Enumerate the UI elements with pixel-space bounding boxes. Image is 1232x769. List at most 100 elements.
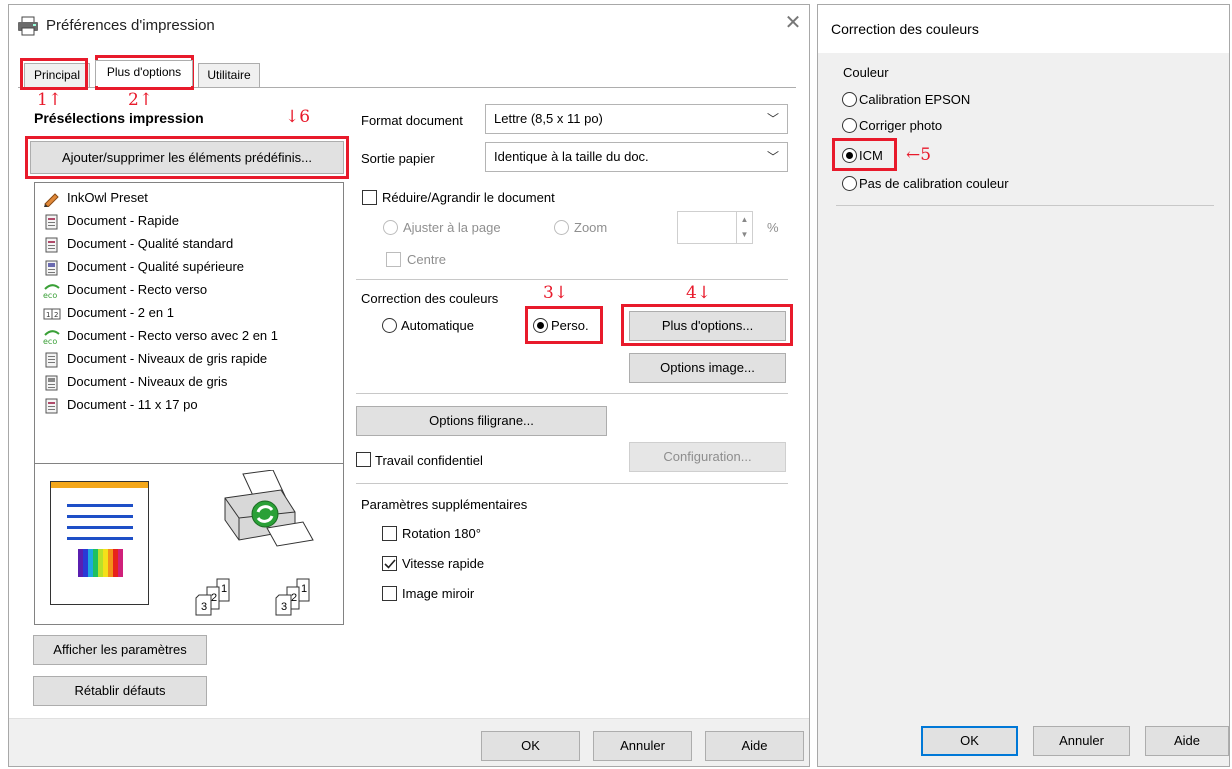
close-icon[interactable]: ✕ — [782, 12, 804, 34]
confidential-job-checkbox[interactable] — [356, 452, 371, 467]
mirror-checkbox[interactable] — [382, 586, 397, 601]
preset-label: Document - Qualité supérieure — [67, 259, 245, 274]
two-in-one-icon: 12 — [43, 306, 61, 322]
configuration-button[interactable]: Configuration... — [629, 442, 786, 472]
stepper-arrows[interactable]: ▲ ▼ — [736, 212, 752, 243]
list-item[interactable]: eco Document - Recto verso avec 2 en 1 — [43, 324, 339, 347]
highlight-more-color-options — [621, 304, 793, 346]
watermark-options-button[interactable]: Options filigrane... — [356, 406, 607, 436]
document-format-select[interactable]: Lettre (8,5 x 11 po) ﹀ — [485, 104, 788, 134]
annotation-3: 3↓ — [543, 283, 569, 303]
svg-text:2: 2 — [54, 311, 58, 319]
center-checkbox[interactable] — [386, 252, 401, 267]
list-item[interactable]: Document - Rapide — [43, 209, 339, 232]
paper-output-value: Identique à la taille du doc. — [494, 149, 649, 164]
page-preview-icon — [50, 481, 149, 605]
document-format-value: Lettre (8,5 x 11 po) — [494, 111, 603, 126]
fit-page-label: Ajuster à la page — [403, 220, 501, 235]
photo-correction-radio[interactable] — [842, 118, 857, 133]
auto-color-radio[interactable] — [382, 318, 397, 333]
pencil-icon — [43, 191, 61, 208]
list-item[interactable]: Document - Niveaux de gris rapide — [43, 347, 339, 370]
document-icon — [43, 237, 61, 253]
highlight-add-remove-presets — [25, 136, 349, 179]
color-dialog-title: Correction des couleurs — [831, 21, 979, 37]
color-cancel-button[interactable]: Annuler — [1033, 726, 1130, 756]
fast-speed-checkbox[interactable] — [382, 556, 397, 571]
preset-label: InkOwl Preset — [67, 190, 148, 205]
svg-text:eco: eco — [43, 291, 57, 299]
dialog-title: Préférences d'impression — [46, 17, 215, 34]
list-item[interactable]: Document - Qualité supérieure — [43, 255, 339, 278]
printer-preview-icon — [215, 469, 315, 548]
center-label: Centre — [407, 252, 447, 267]
svg-text:1: 1 — [46, 311, 50, 319]
annotation-1: 1↑ — [37, 90, 63, 110]
cancel-button[interactable]: Annuler — [593, 731, 692, 761]
document-icon — [43, 352, 61, 368]
preset-label: Document - Niveaux de gris rapide — [67, 351, 268, 366]
preset-label: Document - Qualité standard — [67, 236, 234, 251]
fast-speed-label: Vitesse rapide — [402, 556, 485, 571]
eco-icon: eco — [43, 329, 61, 346]
checkmark-icon — [384, 559, 396, 569]
highlight-custom-color — [525, 306, 603, 344]
ok-button[interactable]: OK — [481, 731, 580, 761]
eco-icon: eco — [43, 283, 61, 300]
reduce-enlarge-label: Réduire/Agrandir le document — [382, 190, 555, 205]
epson-calibration-radio[interactable] — [842, 92, 857, 107]
color-help-button[interactable]: Aide — [1145, 726, 1229, 756]
color-correction-label: Correction des couleurs — [361, 291, 499, 306]
zoom-label: Zoom — [574, 220, 608, 235]
list-item[interactable]: 1 2 Document - 2 en 1 — [43, 301, 339, 324]
zoom-unit: % — [767, 220, 779, 235]
sheet-number: 1 — [221, 583, 228, 595]
list-item[interactable]: Document - 11 x 17 po — [43, 393, 339, 416]
document-icon — [43, 398, 61, 414]
fit-page-radio[interactable] — [383, 220, 398, 235]
reduce-enlarge-checkbox[interactable] — [362, 190, 377, 205]
sheet-number: 2 — [291, 592, 298, 604]
document-icon — [43, 214, 61, 230]
no-calibration-label: Pas de calibration couleur — [859, 176, 1009, 191]
zoom-stepper[interactable]: ▲ ▼ — [677, 211, 753, 244]
chevron-down-icon: ﹀ — [766, 112, 779, 126]
rotation-label: Rotation 180° — [402, 526, 481, 541]
show-settings-button[interactable]: Afficher les paramètres — [33, 635, 207, 665]
annotation-5: ←5 — [906, 145, 932, 165]
document-format-label: Format document — [361, 113, 463, 128]
svg-text:eco: eco — [43, 337, 57, 345]
divider — [356, 483, 788, 484]
document-icon — [43, 375, 61, 391]
extra-params-heading: Paramètres supplémentaires — [361, 497, 528, 512]
photo-correction-label: Corriger photo — [859, 118, 943, 133]
document-icon — [43, 260, 61, 276]
sheet-number: 1 — [301, 583, 308, 595]
preset-label: Document - Recto verso — [67, 282, 208, 297]
annotation-6: ↓6 — [285, 107, 311, 127]
reset-defaults-button[interactable]: Rétablir défauts — [33, 676, 207, 706]
image-options-button[interactable]: Options image... — [629, 353, 786, 383]
preset-label: Document - Niveaux de gris — [67, 374, 228, 389]
help-button[interactable]: Aide — [705, 731, 804, 761]
printer-icon — [17, 16, 39, 36]
sheet-number: 2 — [211, 592, 218, 604]
tab-plus-options[interactable]: Plus d'options — [95, 60, 193, 86]
highlight-icm — [832, 138, 897, 171]
preview-area: 1 2 3 1 2 3 — [34, 463, 344, 625]
list-item[interactable]: eco Document - Recto verso — [43, 278, 339, 301]
list-item[interactable]: InkOwl Preset — [43, 186, 339, 209]
rotation-checkbox[interactable] — [382, 526, 397, 541]
paper-output-label: Sortie papier — [361, 151, 435, 166]
auto-color-label: Automatique — [401, 318, 474, 333]
zoom-radio[interactable] — [554, 220, 569, 235]
no-calibration-radio[interactable] — [842, 176, 857, 191]
paper-output-select[interactable]: Identique à la taille du doc. ﹀ — [485, 142, 788, 172]
tab-utilitaire[interactable]: Utilitaire — [198, 63, 260, 87]
color-group-label: Couleur — [843, 65, 889, 80]
chevron-down-icon: ﹀ — [766, 150, 779, 164]
list-item[interactable]: Document - Qualité standard — [43, 232, 339, 255]
list-item[interactable]: Document - Niveaux de gris — [43, 370, 339, 393]
presets-list[interactable]: InkOwl Preset Document - Rapide Document… — [34, 182, 344, 464]
color-ok-button[interactable]: OK — [921, 726, 1018, 756]
